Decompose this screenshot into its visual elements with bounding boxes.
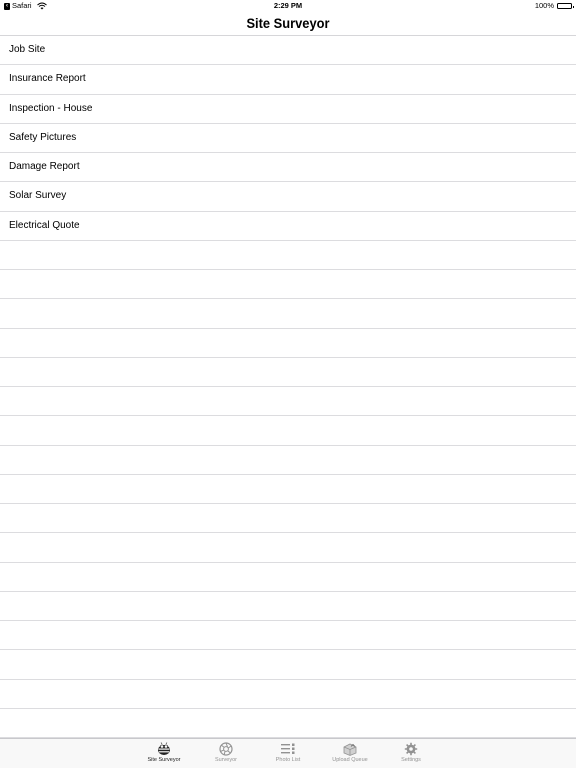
battery-percent: 100% (534, 1, 554, 10)
tab-surveyor[interactable]: Surveyor (195, 739, 257, 769)
battery-status: 100% (534, 0, 574, 12)
empty-row (0, 241, 576, 270)
empty-row (0, 358, 576, 387)
list-item[interactable]: Job Site (0, 36, 576, 66)
list-item[interactable]: Electrical Quote (0, 212, 576, 241)
empty-row (0, 650, 576, 680)
tab-label: Photo List (275, 757, 301, 763)
empty-row (0, 680, 576, 709)
tab-label: Site Surveyor (147, 757, 181, 763)
gear-icon (404, 742, 418, 756)
empty-row (0, 475, 576, 504)
navigation-bar: Site Surveyor (0, 12, 576, 36)
empty-row (0, 504, 576, 534)
empty-row (0, 299, 576, 329)
survey-list: Job Site Insurance Report Inspection - H… (0, 36, 576, 740)
page-title: Site Surveyor (246, 15, 330, 31)
list-item[interactable]: Inspection - House (0, 95, 576, 124)
empty-row (0, 709, 576, 738)
empty-row (0, 387, 576, 417)
camera-aperture-icon (219, 742, 233, 756)
empty-row (0, 270, 576, 300)
tab-site-surveyor[interactable]: Site Surveyor (133, 739, 195, 769)
empty-row (0, 621, 576, 651)
empty-row (0, 446, 576, 475)
tab-photo-list[interactable]: Photo List (257, 739, 319, 769)
status-time: 2:29 PM (273, 1, 303, 10)
list-item[interactable]: Damage Report (0, 153, 576, 183)
list-item[interactable]: Safety Pictures (0, 124, 576, 153)
tab-label: Upload Queue (332, 757, 368, 763)
tab-upload-queue[interactable]: Upload Queue (319, 739, 381, 769)
tab-label: Settings (401, 757, 421, 763)
upload-box-icon (343, 743, 357, 756)
battery-icon (557, 3, 574, 9)
empty-row (0, 416, 576, 446)
bee-icon (158, 742, 170, 755)
empty-row (0, 592, 576, 621)
tab-settings[interactable]: Settings (380, 739, 442, 769)
empty-row (0, 329, 576, 358)
empty-row (0, 533, 576, 563)
list-item[interactable]: Insurance Report (0, 65, 576, 95)
list-item[interactable]: Solar Survey (0, 182, 576, 212)
empty-row (0, 563, 576, 592)
status-bar: ‹ Safari 2:29 PM 100% (0, 0, 576, 12)
list-icon (281, 743, 295, 754)
tab-bar: Site Surveyor Surveyor Photo List Upload… (0, 738, 576, 768)
tab-label: Surveyor (214, 757, 237, 763)
